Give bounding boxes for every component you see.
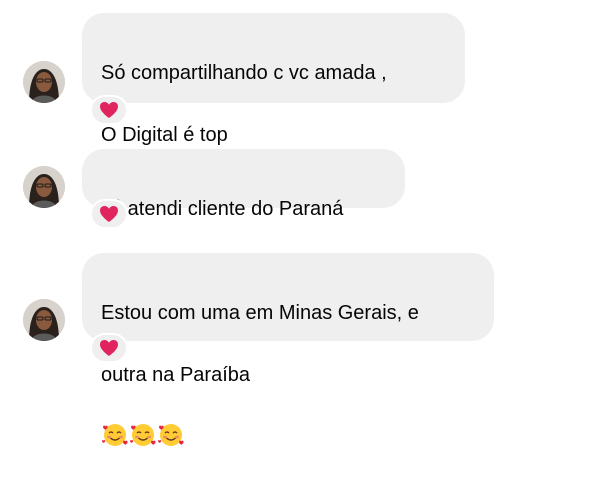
red-heart-icon — [100, 102, 118, 118]
reaction-badge[interactable] — [90, 199, 128, 229]
smiling-face-with-hearts-emoji — [157, 391, 185, 479]
reaction-badge[interactable] — [90, 95, 128, 125]
avatar[interactable] — [23, 61, 65, 103]
message-text: O Digital é top — [101, 124, 228, 146]
avatar[interactable] — [23, 299, 65, 341]
message-text: outra na Paraíba — [101, 364, 250, 386]
reaction-badge[interactable] — [90, 333, 128, 363]
smiling-face-with-hearts-emoji — [101, 391, 129, 479]
message-text: Já atendi cliente do Paraná — [101, 198, 344, 220]
message-text: Estou com uma em Minas Gerais, e — [101, 302, 419, 324]
smiling-face-with-hearts-emoji — [129, 391, 157, 479]
message-bubble[interactable]: Já atendi cliente do Paraná — [82, 149, 405, 220]
red-heart-icon — [100, 340, 118, 356]
message-bubble[interactable]: Estou com uma em Minas Gerais, e outra n… — [82, 253, 494, 446]
red-heart-icon — [100, 206, 118, 222]
avatar[interactable] — [23, 166, 65, 208]
message-text: Só compartilhando c vc amada , — [101, 62, 387, 84]
message-bubble[interactable]: Só compartilhando c vc amada , O Digital… — [82, 13, 465, 207]
